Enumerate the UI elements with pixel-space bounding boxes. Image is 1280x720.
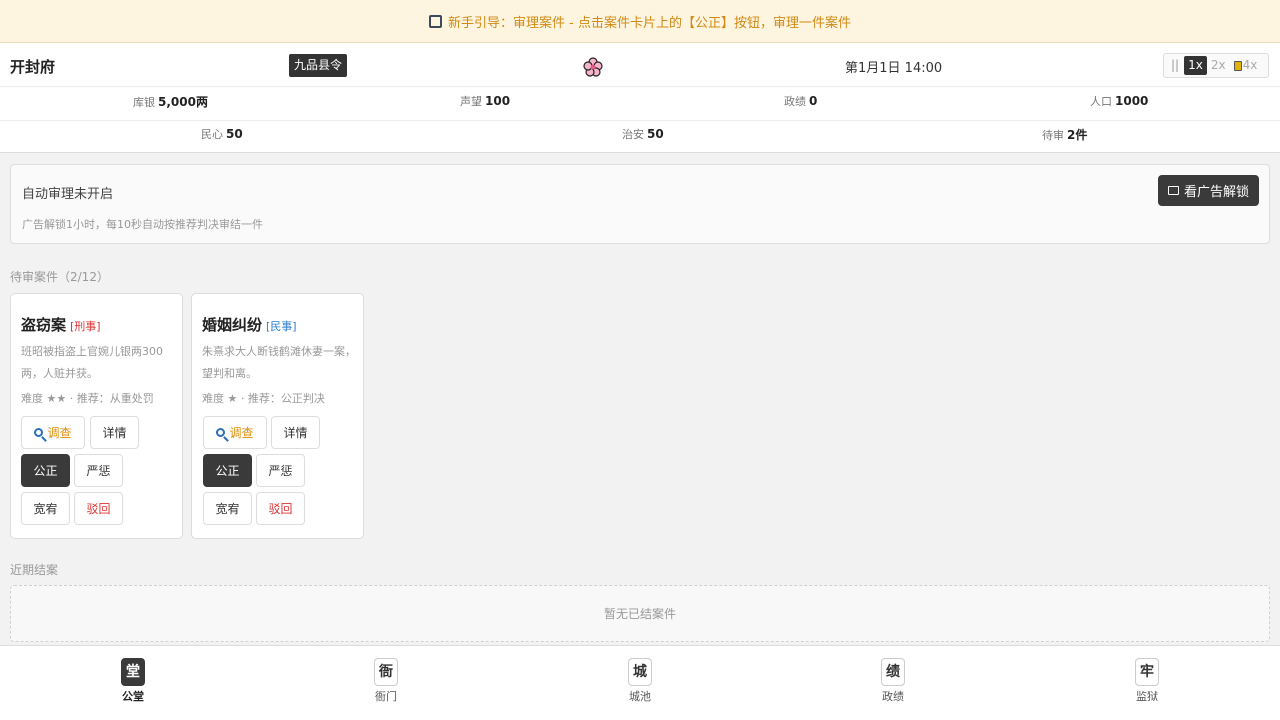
nav-tab-prison[interactable]: 牢 监狱 (1117, 658, 1177, 704)
recent-cases-empty: 暂无已结案件 (10, 585, 1270, 642)
hall-icon: 堂 (121, 658, 145, 686)
speed-4x-button[interactable]: 4x (1230, 56, 1262, 75)
details-button[interactable]: 详情 (90, 416, 139, 449)
speed-2x-button[interactable]: 2x (1207, 56, 1230, 75)
investigate-button[interactable]: 调查 (21, 416, 85, 449)
stat-morale: 民心 50 (201, 127, 243, 141)
magnifier-icon (34, 428, 44, 437)
strict-verdict-button[interactable]: 严惩 (256, 454, 305, 487)
recent-cases-label: 近期结案 (10, 563, 59, 577)
auto-judge-panel: 自动审理未开启 广告解锁1小时，每10秒自动按推荐判决审结一件 看广告解锁 (10, 164, 1270, 244)
prison-icon: 牢 (1135, 658, 1159, 686)
case-card[interactable]: 婚姻纠纷 [民事] 朱熹求大人断钱鹤滩休妻一案，望判和离。 难度 ★ · 推荐：公… (191, 293, 364, 539)
fair-verdict-button[interactable]: 公正 (203, 454, 252, 487)
investigate-button[interactable]: 调查 (203, 416, 267, 449)
game-date: 第1月1日 14:00 (845, 61, 943, 76)
case-card[interactable]: 盗窃案 [刑事] 班昭被指盗上官婉儿银两300两，人赃并获。 难度 ★★ · 推荐… (10, 293, 183, 539)
nav-tab-hall[interactable]: 堂 公堂 (103, 658, 163, 704)
city-icon: 城 (628, 658, 652, 686)
guide-icon (429, 14, 443, 28)
strict-verdict-button[interactable]: 严惩 (74, 454, 123, 487)
tv-icon (1167, 186, 1179, 195)
rank-badge: 九品县令 (289, 54, 348, 77)
tutorial-text: 新手引导：审理案件 - 点击案件卡片上的【公正】按钮，审理一件案件 (448, 15, 851, 31)
status-header: 开封府 九品县令 第1月1日 14:00 || 1x 2x 4x 库银 5,000… (0, 43, 1280, 153)
lenient-verdict-button[interactable]: 宽宥 (21, 492, 70, 525)
stat-row-divider (0, 120, 1280, 121)
flower-icon (583, 57, 603, 77)
case-description: 朱熹求大人断钱鹤滩休妻一案，望判和离。 (202, 345, 356, 380)
case-meta: 难度 ★ · 推荐：公正判决 (202, 392, 325, 405)
fair-verdict-button[interactable]: 公正 (21, 454, 70, 487)
case-title: 盗窃案 [刑事] (21, 316, 101, 334)
dismiss-button[interactable]: 驳回 (74, 492, 123, 525)
stat-pending: 待审 2件 (1042, 128, 1088, 142)
speed-1x-button[interactable]: 1x (1184, 56, 1207, 75)
bottom-nav: 堂 公堂 衙 衙门 城 城池 绩 政绩 牢 监狱 (0, 645, 1280, 720)
pause-button[interactable]: || (1166, 56, 1184, 75)
top-row: 开封府 九品县令 第1月1日 14:00 || 1x 2x 4x (0, 43, 1280, 87)
case-meta: 难度 ★★ · 推荐：从重处罚 (21, 392, 154, 405)
speed-control: || 1x 2x 4x (1163, 53, 1269, 78)
case-type-tag: [民事] (266, 320, 297, 333)
stat-treasury: 库银 5,000两 (133, 95, 208, 109)
nav-tab-yamen[interactable]: 衙 衙门 (356, 658, 416, 704)
watch-ad-button[interactable]: 看广告解锁 (1157, 175, 1259, 206)
nav-tab-city[interactable]: 城 城池 (610, 658, 670, 704)
case-description: 班昭被指盗上官婉儿银两300两，人赃并获。 (21, 345, 163, 380)
details-button[interactable]: 详情 (271, 416, 320, 449)
dismiss-button[interactable]: 驳回 (256, 492, 305, 525)
auto-judge-desc: 广告解锁1小时，每10秒自动按推荐判决审结一件 (22, 218, 263, 231)
city-name: 开封府 (10, 58, 56, 76)
nav-tab-merit[interactable]: 绩 政绩 (863, 658, 923, 704)
lenient-verdict-button[interactable]: 宽宥 (203, 492, 252, 525)
stat-merit: 政绩 0 (784, 94, 818, 108)
tutorial-banner: 新手引导：审理案件 - 点击案件卡片上的【公正】按钮，审理一件案件 (0, 0, 1280, 43)
yamen-icon: 衙 (374, 658, 398, 686)
lock-icon (1233, 60, 1242, 71)
merit-icon: 绩 (881, 658, 905, 686)
case-type-tag: [刑事] (70, 320, 101, 333)
stat-reputation: 声望 100 (460, 94, 511, 108)
stat-security: 治安 50 (622, 127, 664, 141)
auto-judge-title: 自动审理未开启 (22, 187, 114, 202)
pending-cases-label: 待审案件（2/12） (10, 270, 109, 284)
case-title: 婚姻纠纷 [民事] (202, 316, 297, 334)
stat-population: 人口 1000 (1090, 94, 1149, 108)
magnifier-icon (216, 428, 226, 437)
